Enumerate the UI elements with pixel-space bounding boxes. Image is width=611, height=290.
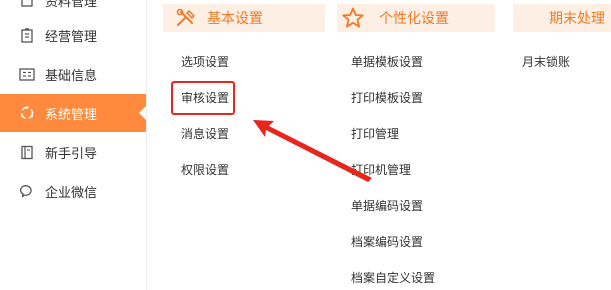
annotation-arrow: [253, 120, 372, 182]
